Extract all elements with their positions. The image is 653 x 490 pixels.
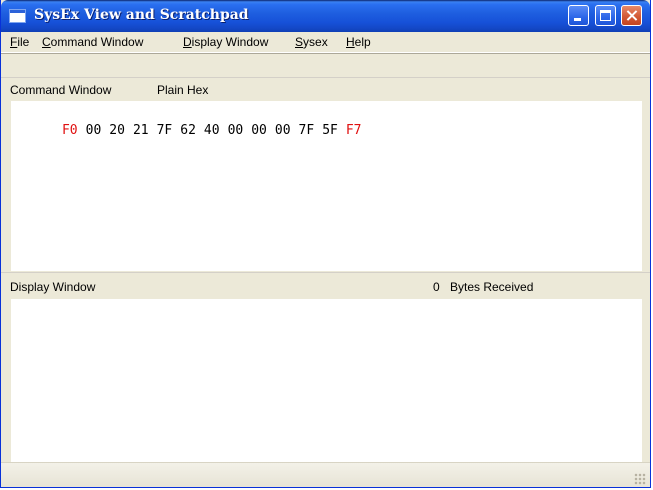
minimize-button[interactable] [568,5,589,26]
hex-byte: 20 [109,123,125,138]
menu-display-window-label: isplay Window [191,35,269,49]
menu-display-window[interactable]: Display Window [183,35,268,49]
hex-byte: 62 [180,123,196,138]
window-title: SysEx View and Scratchpad [34,7,249,23]
command-window-title: Command Window [10,83,112,97]
hex-byte: 00 [227,123,244,138]
hex-byte-sysex-end: F7 [345,123,362,138]
maximize-icon [600,10,611,21]
bytes-received-count: 0 [433,280,440,294]
title-bar[interactable]: SysEx View and Scratchpad [1,0,650,32]
hex-byte: 21 [132,123,149,138]
hex-line: F0 00 20 21 7F 62 40 00 00 00 7F 5F F7 [15,108,370,153]
minimize-icon [574,18,581,21]
hex-byte: 40 [203,123,220,138]
close-button[interactable] [621,5,642,26]
command-window-mode[interactable]: Plain Hex [157,83,208,97]
menu-sysex[interactable]: Sysex [295,35,328,49]
menu-command-window[interactable]: Command Window [42,35,143,49]
app-window: SysEx View and Scratchpad File Command W… [0,0,651,488]
menu-file[interactable]: File [10,35,29,49]
hex-byte: 5F [322,123,338,138]
maximize-button[interactable] [595,5,616,26]
command-window-header: Command Window Plain Hex [1,77,650,101]
hex-byte: 7F [298,123,315,138]
bytes-received-label: Bytes Received [450,280,534,294]
hex-byte: 00 [274,123,291,138]
display-window-title: Display Window [10,280,96,294]
close-icon [622,6,641,25]
display-window-output[interactable] [11,299,642,462]
hex-byte-sysex-start: F0 [61,123,78,138]
menu-help-label: elp [354,35,371,49]
hex-byte: 00 [251,123,267,138]
command-window-editor[interactable]: F0 00 20 21 7F 62 40 00 00 00 7F 5F F7 [11,101,642,271]
menu-help[interactable]: Help [346,35,371,49]
status-bar [1,462,650,487]
display-window-header: Display Window 0 Bytes Received [1,272,650,299]
menu-command-window-label: ommand Window [50,35,144,49]
resize-grip-icon[interactable] [634,473,646,485]
hex-byte: 7F [156,123,173,138]
menu-help-accel: H [346,35,355,49]
menu-command-window-accel: C [42,35,51,49]
app-window-icon[interactable] [9,9,26,23]
hex-byte: 00 [85,123,102,138]
menu-sysex-label: ysex [303,35,328,49]
menu-sysex-accel: S [295,35,304,49]
menu-bar: File Command Window Display Window Sysex… [1,32,650,53]
menu-display-window-accel: D [183,35,192,49]
menu-file-label: ile [17,35,30,49]
